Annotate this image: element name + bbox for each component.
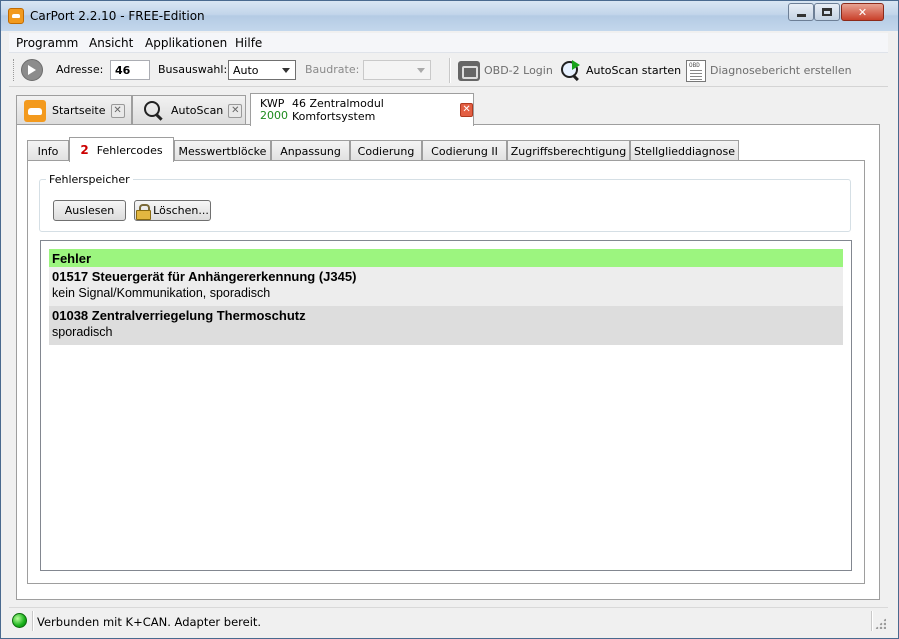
tab-anpassung-label: Anpassung: [280, 144, 341, 158]
loeschen-label: Löschen...: [153, 204, 209, 217]
tab-messwertbloecke-label: Messwertblöcke: [178, 144, 267, 158]
fault-code-description: kein Signal/Kommunikation, sporadisch: [52, 286, 271, 300]
window-title: CarPort 2.2.10 - FREE-Edition: [30, 9, 205, 23]
menu-bar: Programm Ansicht Applikationen Hilfe: [9, 33, 888, 53]
diagnosebericht-button[interactable]: OBD Diagnosebericht erstellen: [686, 58, 852, 83]
close-tab-icon[interactable]: ✕: [110, 103, 125, 118]
status-text: Verbunden mit K+CAN. Adapter bereit.: [37, 615, 262, 629]
maximize-button[interactable]: [814, 3, 840, 21]
adresse-label: Adresse:: [56, 63, 104, 76]
tab-startseite-label: Startseite: [52, 104, 106, 117]
tab-codierung[interactable]: Codierung: [350, 140, 422, 161]
chevron-down-icon: [417, 68, 425, 73]
tab-module-label: 46 Zentralmodul Komfortsystem: [292, 97, 384, 123]
tab-zugriffsberechtigung[interactable]: Zugriffsberechtigung: [507, 140, 630, 161]
report-icon: OBD: [686, 59, 706, 82]
baudrate-label: Baudrate:: [305, 63, 360, 76]
diagnosebericht-label: Diagnosebericht erstellen: [710, 64, 852, 77]
toolbar-grip[interactable]: [13, 59, 16, 81]
tab-zugriffsberechtigung-label: Zugriffsberechtigung: [510, 144, 627, 158]
tab-autoscan-label: AutoScan: [171, 104, 224, 117]
tab-info[interactable]: Info: [27, 140, 69, 161]
busauswahl-label: Busauswahl:: [158, 63, 228, 76]
tab-stellglieddiagnose-label: Stellglieddiagnose: [634, 144, 735, 158]
fault-row[interactable]: 01517 Steuergerät für Anhängererkennung …: [49, 267, 843, 306]
fault-code-description: sporadisch: [52, 325, 113, 339]
resize-grip-icon[interactable]: [875, 618, 886, 629]
fault-code-title: 01038 Zentralverriegelung Thermoschutz: [52, 308, 306, 323]
busauswahl-value: Auto: [233, 64, 259, 77]
tab-autoscan[interactable]: AutoScan ✕: [132, 95, 246, 125]
tab-codierung-ii[interactable]: Codierung II: [422, 140, 507, 161]
baudrate-select[interactable]: [363, 60, 431, 80]
connect-arrow-button[interactable]: [21, 59, 43, 81]
close-button[interactable]: ✕: [841, 3, 884, 21]
menu-ansicht[interactable]: Ansicht: [89, 36, 133, 50]
tab-fehlercodes[interactable]: 2 Fehlercodes: [69, 137, 174, 162]
menu-programm[interactable]: Programm: [16, 36, 78, 50]
fault-code-title: 01517 Steuergerät für Anhängererkennung …: [52, 269, 357, 284]
minimize-button[interactable]: [788, 3, 814, 21]
tab-anpassung[interactable]: Anpassung: [271, 140, 350, 161]
obd-login-label: OBD-2 Login: [484, 64, 553, 77]
lock-icon: [136, 203, 152, 220]
autoscan-start-button[interactable]: AutoScan starten: [560, 58, 681, 83]
autoscan-icon: [560, 59, 582, 82]
tab-fehlercodes-label: Fehlercodes: [96, 143, 163, 157]
status-bar: Verbunden mit K+CAN. Adapter bereit.: [9, 607, 888, 633]
status-separator: [871, 611, 873, 631]
status-separator: [32, 611, 34, 631]
play-icon: [572, 59, 580, 70]
autoscan-start-label: AutoScan starten: [586, 64, 682, 77]
menu-hilfe[interactable]: Hilfe: [235, 36, 262, 50]
tab-startseite[interactable]: Startseite ✕: [16, 95, 132, 125]
connection-status-led-icon: [12, 613, 27, 628]
tab-info-label: Info: [37, 144, 59, 158]
carport-app-icon: [8, 8, 24, 24]
close-tab-icon[interactable]: ✕: [228, 103, 243, 118]
tab-stellglieddiagnose[interactable]: Stellglieddiagnose: [630, 140, 739, 161]
fehlercodes-count-badge: 2: [80, 143, 89, 157]
maximize-icon: [822, 8, 832, 16]
title-bar: CarPort 2.2.10 - FREE-Edition ✕: [1, 1, 898, 31]
tab-module-46[interactable]: KWP 2000 46 Zentralmodul Komfortsystem ✕: [250, 93, 474, 126]
obd-connector-icon: [458, 60, 480, 81]
app-window: CarPort 2.2.10 - FREE-Edition ✕ Programm…: [0, 0, 899, 639]
kwp-protocol-number: 2000: [260, 109, 288, 122]
close-icon: ✕: [857, 5, 868, 19]
kwp-protocol-badge: KWP 2000: [260, 98, 288, 122]
close-tab-icon[interactable]: ✕: [460, 103, 473, 117]
tab-codierung-ii-label: Codierung II: [431, 144, 498, 158]
minimize-icon: [796, 13, 806, 17]
fehlerspeicher-title: Fehlerspeicher: [46, 173, 133, 186]
loeschen-button[interactable]: Löschen...: [134, 200, 211, 221]
search-icon: [143, 100, 165, 122]
auslesen-label: Auslesen: [64, 204, 115, 217]
fault-list-header: Fehler: [49, 249, 843, 267]
tab-messwertbloecke[interactable]: Messwertblöcke: [174, 140, 271, 161]
toolbar: Adresse: 46 Busauswahl: Auto Baudrate: O…: [9, 54, 888, 87]
toolbar-separator: [449, 58, 451, 83]
busauswahl-select[interactable]: Auto: [228, 60, 296, 80]
fault-row[interactable]: 01038 Zentralverriegelung Thermoschutz s…: [49, 306, 843, 345]
obd-login-button[interactable]: OBD-2 Login: [458, 58, 553, 83]
auslesen-button[interactable]: Auslesen: [53, 200, 126, 221]
tab-codierung-label: Codierung: [357, 144, 415, 158]
chevron-down-icon: [282, 68, 290, 73]
adresse-input[interactable]: 46: [110, 60, 150, 80]
menu-applikationen[interactable]: Applikationen: [145, 36, 227, 50]
fault-list[interactable]: Fehler 01517 Steuergerät für Anhängererk…: [40, 240, 852, 571]
car-icon: [24, 99, 46, 122]
